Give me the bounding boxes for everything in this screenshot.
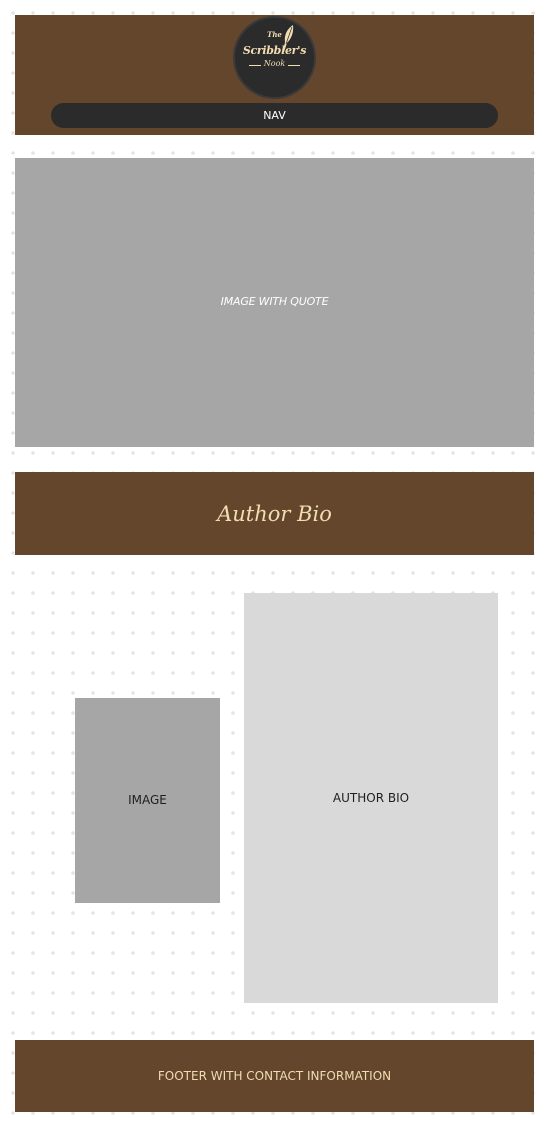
logo-text-name: Scribbler's xyxy=(242,44,307,57)
author-bio-placeholder: AUTHOR BIO xyxy=(244,593,498,1003)
site-footer: FOOTER WITH CONTACT INFORMATION xyxy=(15,1040,534,1112)
nav-bar[interactable]: NAV xyxy=(51,103,498,128)
hero-label: IMAGE WITH QUOTE xyxy=(220,295,329,308)
hero-image-placeholder: IMAGE WITH QUOTE xyxy=(15,158,534,447)
logo-rule-right xyxy=(288,65,300,66)
author-image-placeholder: IMAGE xyxy=(75,698,220,903)
logo-text-nook: Nook xyxy=(263,59,286,68)
site-logo[interactable]: The Scribbler's Nook xyxy=(233,16,316,99)
logo-text-the: The xyxy=(267,30,282,39)
site-header: The Scribbler's Nook NAV xyxy=(15,15,534,135)
author-bio-banner: Author Bio xyxy=(15,472,534,555)
author-bio-heading: Author Bio xyxy=(217,502,332,526)
